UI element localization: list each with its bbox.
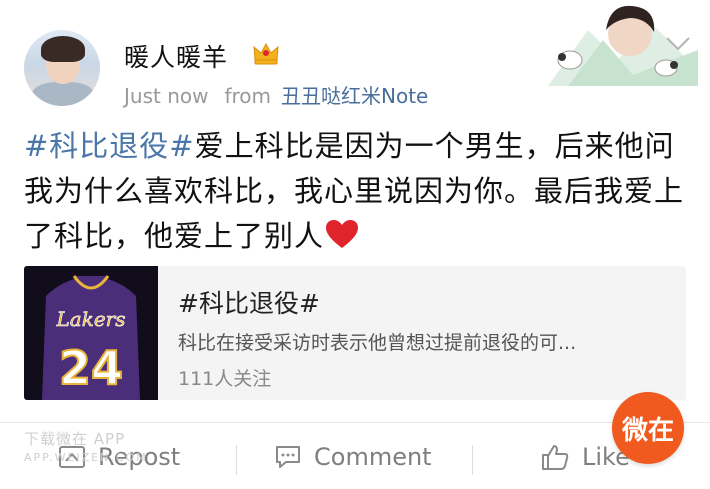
post-time: Just now	[124, 84, 209, 108]
from-label: from	[224, 84, 272, 108]
author-avatar[interactable]	[24, 30, 100, 106]
avatar-hair	[41, 36, 85, 62]
repost-icon	[59, 446, 85, 468]
repost-label: Repost	[98, 443, 181, 471]
action-divider	[236, 445, 237, 475]
card-title: #科比退役#	[178, 289, 320, 318]
post-text: #科比退役#爱上科比是因为一个男生，后来他问我为什么喜欢科比，我心里说因为你。最…	[24, 124, 684, 259]
weizai-badge[interactable]: 微在	[612, 392, 684, 464]
topic-card[interactable]: Lakers 24 #科比退役# 科比在接受采访时表示他曾想过提前退役的可...…	[24, 266, 686, 400]
avatar-shirt	[32, 82, 94, 106]
like-icon	[542, 445, 569, 470]
author-name[interactable]: 暖人暖羊	[124, 38, 228, 74]
action-divider	[472, 445, 473, 475]
repost-button[interactable]: Repost	[58, 435, 180, 479]
topic-thumbnail: Lakers 24	[24, 266, 158, 400]
card-followers: 111人关注	[178, 368, 272, 390]
svg-text:24: 24	[59, 341, 123, 395]
heart-icon	[326, 220, 359, 248]
comment-label: Comment	[314, 443, 432, 471]
post-hashtag[interactable]: #科比退役#	[24, 129, 195, 163]
crown-icon	[253, 42, 279, 65]
svg-text:Lakers: Lakers	[56, 307, 126, 331]
post-meta: Just now from 丑丑哒红米Note	[124, 80, 428, 109]
card-description: 科比在接受采访时表示他曾想过提前退役的可...	[178, 332, 577, 354]
chevron-down-icon[interactable]	[664, 34, 692, 54]
post-source[interactable]: 丑丑哒红米Note	[281, 84, 428, 108]
comment-button[interactable]: Comment	[274, 435, 432, 479]
action-bar: Repost Comment Like	[0, 422, 710, 489]
comment-icon	[276, 446, 300, 468]
